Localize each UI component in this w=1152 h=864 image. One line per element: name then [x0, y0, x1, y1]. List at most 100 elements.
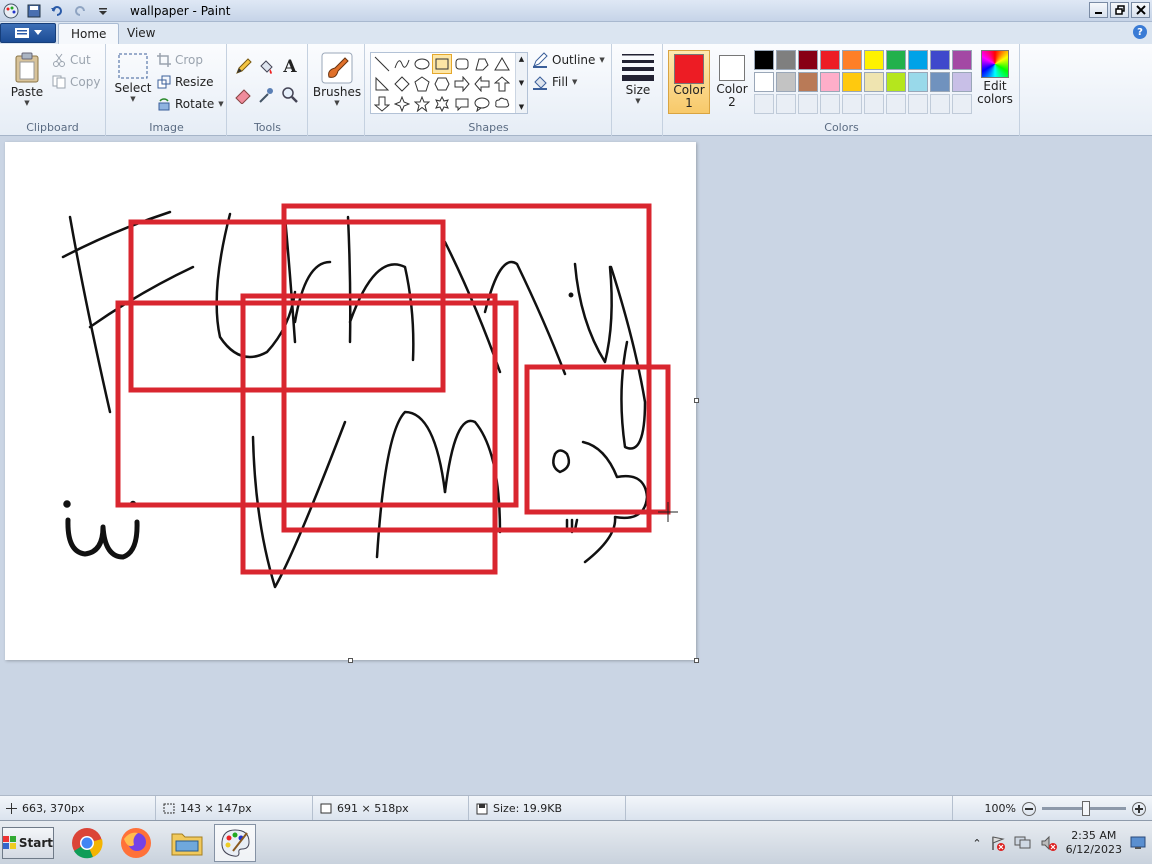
hexagon-shape-icon[interactable]: [432, 74, 452, 94]
pencil-icon[interactable]: [232, 56, 254, 78]
palette-swatch[interactable]: [820, 50, 840, 70]
customize-qat-icon[interactable]: [94, 2, 111, 19]
palette-swatch-empty[interactable]: [842, 94, 862, 114]
copy-button[interactable]: Copy: [52, 72, 100, 92]
palette-swatch-empty[interactable]: [798, 94, 818, 114]
explorer-taskbar-button[interactable]: [166, 824, 208, 862]
palette-swatch[interactable]: [754, 50, 774, 70]
palette-swatch[interactable]: [754, 72, 774, 92]
palette-swatch[interactable]: [864, 72, 884, 92]
file-menu-button[interactable]: [0, 23, 56, 43]
fill-button[interactable]: Fill ▼: [532, 72, 577, 92]
diamond-shape-icon[interactable]: [392, 74, 412, 94]
select-button[interactable]: Select ▼: [113, 52, 153, 103]
palette-swatch[interactable]: [908, 72, 928, 92]
palette-swatch[interactable]: [820, 72, 840, 92]
six-point-star-shape-icon[interactable]: [432, 94, 452, 114]
network-icon[interactable]: [1014, 835, 1032, 851]
left-arrow-shape-icon[interactable]: [472, 74, 492, 94]
start-button[interactable]: Start: [2, 827, 54, 859]
magnifier-icon[interactable]: [279, 84, 301, 106]
palette-swatch[interactable]: [930, 50, 950, 70]
shapes-gallery-scroll[interactable]: ▲ ▼ ▼: [515, 53, 527, 113]
zoom-in-button[interactable]: [1132, 801, 1146, 816]
palette-swatch[interactable]: [886, 72, 906, 92]
paste-button[interactable]: Paste ▼: [8, 52, 46, 107]
palette-swatch-empty[interactable]: [952, 94, 972, 114]
palette-swatch[interactable]: [864, 50, 884, 70]
palette-swatch-empty[interactable]: [908, 94, 928, 114]
fill-bucket-icon[interactable]: [255, 56, 277, 78]
taskbar-clock[interactable]: 2:35 AM 6/12/2023: [1066, 829, 1122, 857]
firefox-taskbar-button[interactable]: [115, 824, 157, 862]
oval-shape-icon[interactable]: [412, 54, 432, 74]
palette-swatch[interactable]: [798, 50, 818, 70]
line-shape-icon[interactable]: [372, 54, 392, 74]
palette-swatch[interactable]: [952, 72, 972, 92]
right-triangle-shape-icon[interactable]: [372, 74, 392, 94]
cut-button[interactable]: Cut: [52, 50, 91, 70]
curve-shape-icon[interactable]: [392, 54, 412, 74]
help-icon[interactable]: ?: [1133, 25, 1147, 39]
text-tool-icon[interactable]: A: [279, 56, 301, 78]
palette-swatch[interactable]: [842, 72, 862, 92]
outline-button[interactable]: Outline ▼: [532, 50, 605, 70]
palette-swatch[interactable]: [798, 72, 818, 92]
gallery-expand-icon[interactable]: ▼: [519, 103, 524, 111]
scroll-down-icon[interactable]: ▼: [519, 79, 524, 87]
palette-swatch[interactable]: [908, 50, 928, 70]
volume-muted-icon[interactable]: [1040, 835, 1058, 851]
paint-app-icon[interactable]: [2, 2, 19, 19]
polygon-shape-icon[interactable]: [472, 54, 492, 74]
color-picker-icon[interactable]: [255, 84, 277, 106]
color-2-button[interactable]: Color 2: [715, 50, 749, 114]
close-button[interactable]: [1131, 2, 1150, 18]
rounded-callout-shape-icon[interactable]: [452, 94, 472, 114]
resize-button[interactable]: Resize: [157, 72, 213, 92]
palette-swatch[interactable]: [930, 72, 950, 92]
four-point-star-shape-icon[interactable]: [392, 94, 412, 114]
show-hidden-icons-icon[interactable]: ⌃: [972, 837, 981, 850]
resize-handle-right[interactable]: [694, 398, 699, 403]
up-arrow-shape-icon[interactable]: [492, 74, 512, 94]
brushes-button[interactable]: Brushes ▼: [313, 52, 361, 107]
palette-swatch[interactable]: [886, 50, 906, 70]
palette-swatch-empty[interactable]: [930, 94, 950, 114]
resize-handle-corner[interactable]: [694, 658, 699, 663]
pentagon-shape-icon[interactable]: [412, 74, 432, 94]
palette-swatch-empty[interactable]: [754, 94, 774, 114]
palette-swatch[interactable]: [952, 50, 972, 70]
palette-swatch-empty[interactable]: [886, 94, 906, 114]
resize-handle-bottom[interactable]: [348, 658, 353, 663]
size-button[interactable]: Size ▼: [618, 52, 658, 105]
chrome-taskbar-button[interactable]: [66, 824, 108, 862]
minimize-button[interactable]: [1089, 2, 1108, 18]
zoom-slider-thumb[interactable]: [1082, 801, 1090, 816]
right-arrow-shape-icon[interactable]: [452, 74, 472, 94]
save-icon[interactable]: [25, 2, 42, 19]
eraser-icon[interactable]: [232, 84, 254, 106]
drawing-canvas[interactable]: [5, 142, 696, 660]
palette-swatch[interactable]: [776, 72, 796, 92]
triangle-shape-icon[interactable]: [492, 54, 512, 74]
cloud-callout-shape-icon[interactable]: [492, 94, 512, 114]
redo-icon[interactable]: [71, 2, 88, 19]
color-1-button[interactable]: Color 1: [668, 50, 710, 114]
palette-swatch[interactable]: [842, 50, 862, 70]
tab-view[interactable]: View: [115, 23, 167, 44]
five-point-star-shape-icon[interactable]: [412, 94, 432, 114]
restore-button[interactable]: [1110, 2, 1129, 18]
show-desktop-icon[interactable]: [1130, 836, 1146, 850]
palette-swatch-empty[interactable]: [864, 94, 884, 114]
zoom-out-button[interactable]: [1022, 801, 1036, 816]
rectangle-shape-icon[interactable]: [432, 54, 452, 74]
zoom-slider[interactable]: [1042, 801, 1126, 816]
action-center-flag-icon[interactable]: [990, 835, 1006, 851]
rounded-rectangle-shape-icon[interactable]: [452, 54, 472, 74]
edit-colors-button[interactable]: Edit colors: [975, 50, 1015, 106]
undo-icon[interactable]: [48, 2, 65, 19]
palette-swatch-empty[interactable]: [776, 94, 796, 114]
oval-callout-shape-icon[interactable]: [472, 94, 492, 114]
down-arrow-shape-icon[interactable]: [372, 94, 392, 114]
crop-button[interactable]: Crop: [157, 50, 203, 70]
